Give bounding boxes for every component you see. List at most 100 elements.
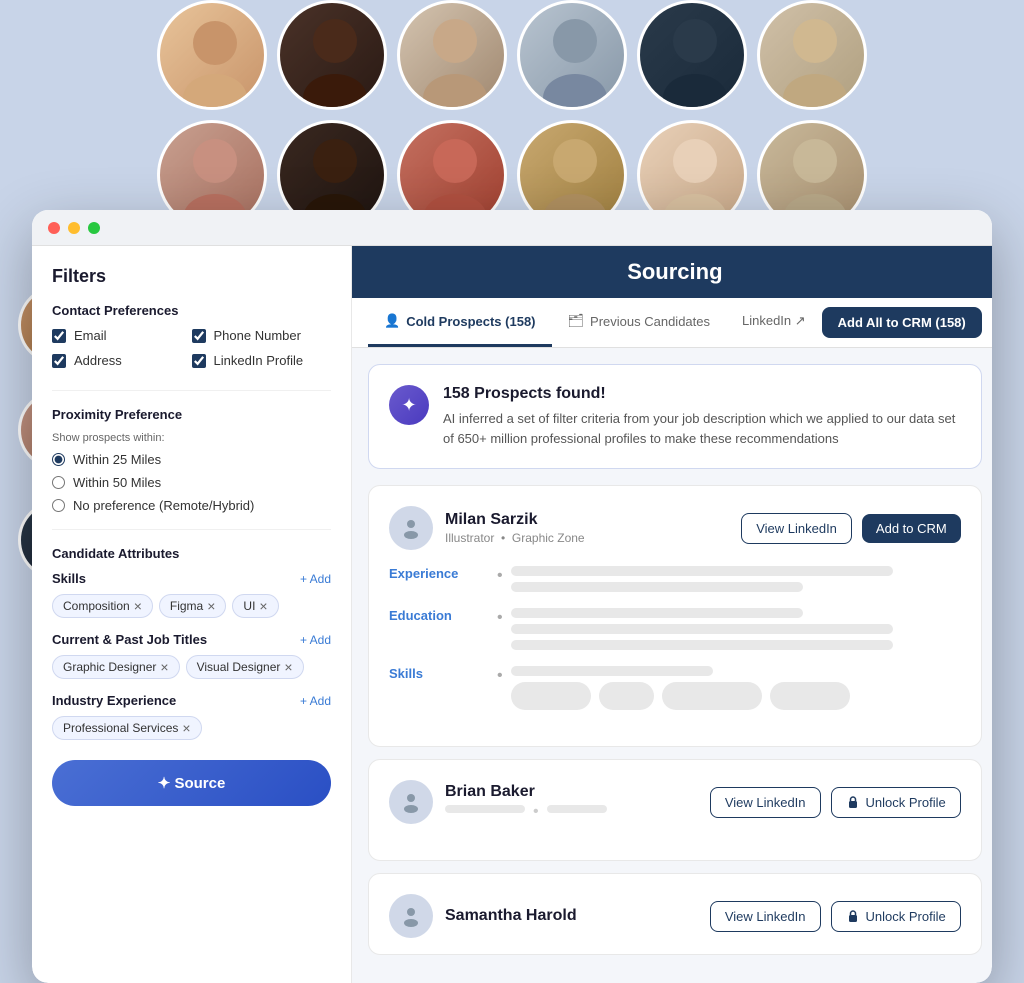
banner-text: 158 Prospects found! AI inferred a set o… <box>443 385 961 448</box>
job-titles-add-link[interactable]: + Add <box>300 633 331 647</box>
profile-photo-3 <box>397 0 507 110</box>
window-dot-red[interactable] <box>48 222 60 234</box>
profile-photo-6 <box>757 0 867 110</box>
milan-header: Milan Sarzik Illustrator • Graphic Zone … <box>389 506 961 550</box>
milan-avatar <box>389 506 433 550</box>
milan-view-linkedin-button[interactable]: View LinkedIn <box>741 513 852 544</box>
skeleton-4 <box>511 624 894 634</box>
profile-photo-1 <box>157 0 267 110</box>
tab-linkedin[interactable]: LinkedIn ↗ <box>726 298 822 347</box>
skills-label: Skills <box>52 571 86 586</box>
candidate-attrs-title: Candidate Attributes <box>52 546 331 561</box>
brian-avatar <box>389 780 433 824</box>
candidate-card-brian: Brian Baker • View LinkedIn <box>368 759 982 861</box>
source-button[interactable]: ✦ Source <box>52 760 331 806</box>
skills-detail-label: Skills <box>389 666 489 681</box>
job-tag-visual-remove[interactable]: × <box>284 660 292 674</box>
samantha-view-linkedin-button[interactable]: View LinkedIn <box>710 901 821 932</box>
experience-content <box>511 566 961 598</box>
industry-header: Industry Experience + Add <box>52 693 331 708</box>
brian-info: Brian Baker • <box>445 783 607 821</box>
lock-icon-samantha <box>846 909 860 923</box>
milan-education-row: Education • <box>389 608 961 656</box>
linkedin-profile-label: LinkedIn Profile <box>214 353 304 368</box>
samantha-avatar <box>389 894 433 938</box>
brian-company-skeleton <box>547 805 607 813</box>
add-all-crm-button[interactable]: Add All to CRM (158) <box>822 307 982 338</box>
page-title: Sourcing <box>627 259 722 285</box>
milan-left: Milan Sarzik Illustrator • Graphic Zone <box>389 506 585 550</box>
skeleton-tag-2 <box>599 682 654 710</box>
experience-label: Experience <box>389 566 489 581</box>
skeleton-3 <box>511 608 804 618</box>
skeleton-tag-4 <box>770 682 850 710</box>
proximity-title: Proximity Preference <box>52 407 331 422</box>
skill-tag-figma-remove[interactable]: × <box>207 599 215 613</box>
job-tag-graphic-remove[interactable]: × <box>160 660 168 674</box>
skeleton-tags-row <box>511 682 961 710</box>
tabs-bar: 👤 Cold Prospects (158) 🗂 Previous Candid… <box>352 298 992 348</box>
proximity-25-row: Within 25 Miles <box>52 452 331 467</box>
main-window: Filters Contact Preferences Email Phone … <box>32 210 992 983</box>
contact-pref-phone: Phone Number <box>192 328 332 343</box>
skeleton-1 <box>511 566 894 576</box>
window-dot-green[interactable] <box>88 222 100 234</box>
cold-prospects-label: Cold Prospects (158) <box>406 314 535 329</box>
industry-add-link[interactable]: + Add <box>300 694 331 708</box>
samantha-header: Samantha Harold View LinkedIn Unlock Pro… <box>389 894 961 938</box>
address-checkbox[interactable] <box>52 354 66 368</box>
education-label: Education <box>389 608 489 623</box>
contact-prefs-grid: Email Phone Number Address LinkedIn Prof… <box>52 328 331 374</box>
skeleton-tag-1 <box>511 682 591 710</box>
contact-pref-email: Email <box>52 328 192 343</box>
industry-tag-remove[interactable]: × <box>182 721 190 735</box>
email-label: Email <box>74 328 107 343</box>
brian-view-linkedin-button[interactable]: View LinkedIn <box>710 787 821 818</box>
proximity-25-radio[interactable] <box>52 453 65 466</box>
skeleton-2 <box>511 582 804 592</box>
contact-pref-address: Address <box>52 353 192 368</box>
samantha-unlock-profile-button[interactable]: Unlock Profile <box>831 901 961 932</box>
phone-checkbox[interactable] <box>192 329 206 343</box>
job-titles-header: Current & Past Job Titles + Add <box>52 632 331 647</box>
skills-header: Skills + Add <box>52 571 331 586</box>
email-checkbox[interactable] <box>52 329 66 343</box>
skeleton-6 <box>511 666 714 676</box>
cold-prospects-icon: 👤 <box>384 313 400 329</box>
phone-label: Phone Number <box>214 328 301 343</box>
samantha-name: Samantha Harold <box>445 907 577 925</box>
window-dot-yellow[interactable] <box>68 222 80 234</box>
industry-tags: Professional Services × <box>52 716 331 740</box>
brian-subtitle-row: • <box>445 803 607 821</box>
candidate-card-samantha: Samantha Harold View LinkedIn Unlock Pro… <box>368 873 982 955</box>
milan-add-to-crm-button[interactable]: Add to CRM <box>862 514 961 543</box>
window-titlebar <box>32 210 992 246</box>
skills-tags: Composition × Figma × UI × <box>52 594 331 618</box>
brian-unlock-profile-button[interactable]: Unlock Profile <box>831 787 961 818</box>
banner-title: 158 Prospects found! <box>443 385 961 403</box>
sidebar-title: Filters <box>52 266 331 287</box>
banner-description: AI inferred a set of filter criteria fro… <box>443 409 961 448</box>
prev-candidates-label: Previous Candidates <box>590 314 710 329</box>
tab-previous-candidates[interactable]: 🗂 Previous Candidates <box>552 298 726 347</box>
prev-candidates-icon: 🗂 <box>568 313 585 329</box>
contact-prefs-title: Contact Preferences <box>52 303 331 318</box>
tab-cold-prospects[interactable]: 👤 Cold Prospects (158) <box>368 298 552 347</box>
skill-tag-ui: UI × <box>232 594 278 618</box>
milan-name: Milan Sarzik <box>445 511 585 529</box>
contact-pref-linkedin: LinkedIn Profile <box>192 353 332 368</box>
brian-header: Brian Baker • View LinkedIn <box>389 780 961 824</box>
proximity-50-row: Within 50 Miles <box>52 475 331 490</box>
profile-photo-2 <box>277 0 387 110</box>
linkedin-profile-checkbox[interactable] <box>192 354 206 368</box>
skills-add-link[interactable]: + Add <box>300 572 331 586</box>
proximity-remote-label: No preference (Remote/Hybrid) <box>73 498 254 513</box>
content-area: ✦ 158 Prospects found! AI inferred a set… <box>352 348 992 983</box>
proximity-remote-radio[interactable] <box>52 499 65 512</box>
skill-tag-figma: Figma × <box>159 594 227 618</box>
lock-icon-brian <box>846 795 860 809</box>
skeleton-tag-3 <box>662 682 762 710</box>
proximity-50-radio[interactable] <box>52 476 65 489</box>
skill-tag-composition-remove[interactable]: × <box>134 599 142 613</box>
skill-tag-ui-remove[interactable]: × <box>259 599 267 613</box>
